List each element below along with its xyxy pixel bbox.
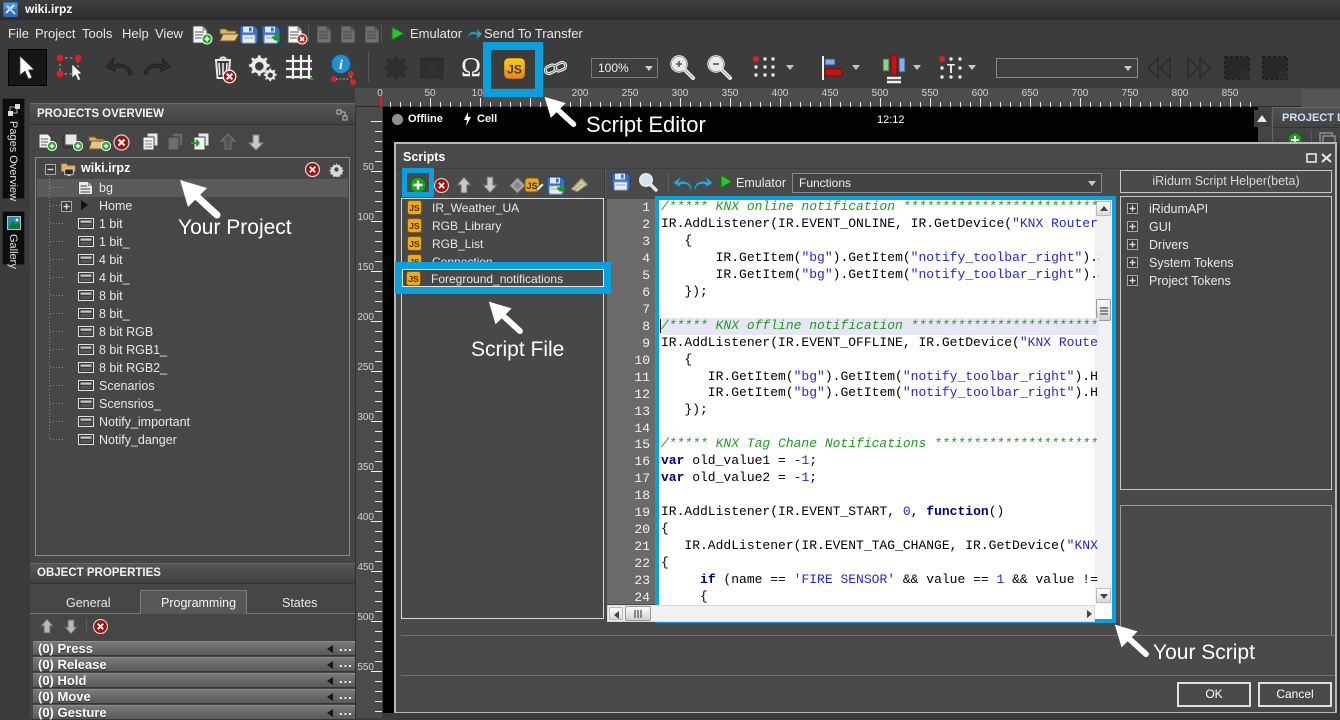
svg-text:JS: JS (409, 221, 420, 231)
svg-text:JS: JS (526, 181, 537, 191)
svg-text:JS: JS (409, 203, 420, 213)
svg-text:A: A (428, 63, 436, 77)
svg-text:i: i (339, 58, 343, 73)
svg-text:JS: JS (409, 239, 420, 249)
svg-text:JS: JS (408, 274, 419, 284)
svg-text:T: T (947, 61, 955, 76)
